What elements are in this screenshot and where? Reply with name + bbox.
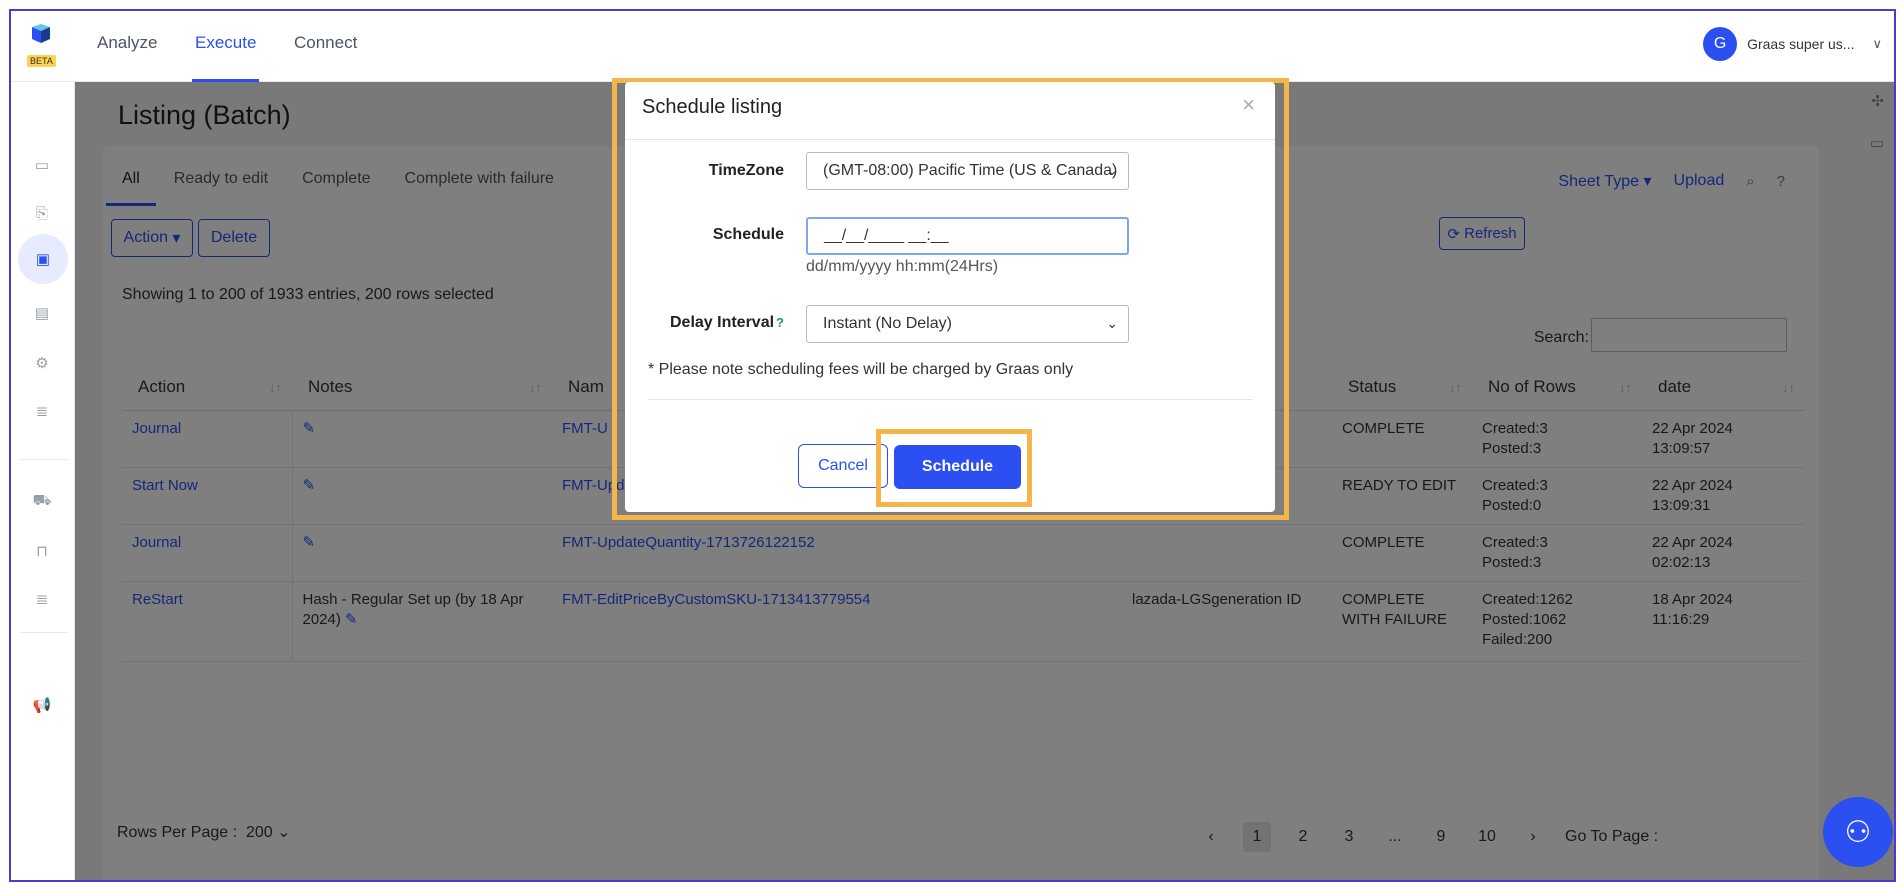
user-menu[interactable]: G Graas super us... ∨ [1703,27,1882,61]
left-sidebar: ▭ ⎘ ▣ ▤ ⚙ ≣ ⛟ ⊓ ≣ 📢 [11,82,75,880]
modal-divider [648,399,1253,400]
timezone-label: TimeZone [708,162,784,179]
cart-icon[interactable]: ⛟ [25,484,59,518]
fee-note: * Please note scheduling fees will be ch… [648,361,1074,378]
nav-connect[interactable]: Connect [294,33,357,53]
list-doc-icon[interactable]: ≣ [25,582,59,616]
chevron-down-icon: ⌄ [1106,315,1118,331]
top-navbar: BETA Analyze Execute Connect G Graas sup… [11,11,1894,82]
timezone-select[interactable]: (GMT-08:00) Pacific Time (US & Canada) ⌄ [806,152,1129,190]
username: Graas super us... [1747,36,1855,52]
delay-interval-label: Delay Interval? [645,314,784,332]
clipboard-check-icon[interactable]: ⎘ [25,196,59,230]
schedule-label: Schedule [712,226,784,243]
schedule-input[interactable]: __/__/____ __:__ [806,217,1129,255]
graas-logo[interactable]: BETA [25,23,57,69]
schedule-format-hint: dd/mm/yyyy hh:mm(24Hrs) [806,258,999,275]
listing-doc-icon[interactable]: ▣ [18,234,68,284]
cancel-button[interactable]: Cancel [798,444,888,488]
delay-interval-select[interactable]: Instant (No Delay) ⌄ [806,305,1129,343]
schedule-button-highlight [876,429,1032,507]
chevron-down-icon: ⌄ [1106,162,1118,178]
modal-divider [625,139,1275,140]
modal-title: Schedule listing [642,96,783,118]
sidebar-divider [21,632,67,633]
schedule-mask: __/__/____ __:__ [824,227,949,244]
megaphone-icon[interactable]: 📢 [25,688,59,722]
help-icon[interactable]: ? [776,315,784,330]
close-icon[interactable]: × [1242,92,1255,118]
sidebar-divider [21,459,67,460]
timezone-value: (GMT-08:00) Pacific Time (US & Canada) [823,162,1118,179]
bag-icon[interactable]: ⊓ [25,534,59,568]
nav-execute[interactable]: Execute [191,33,260,82]
beta-badge: BETA [27,55,56,67]
delay-interval-text: Delay Interval [669,314,775,331]
avatar: G [1703,27,1738,61]
settings-cog-icon[interactable]: ⚙ [25,346,59,380]
chevron-down-icon: ∨ [1872,36,1882,51]
archive-icon[interactable]: ▭ [25,148,59,182]
logo-cube-icon [32,24,50,43]
support-fab-icon[interactable]: ⚇ [1823,797,1893,867]
nav-analyze[interactable]: Analyze [97,33,157,53]
id-card-icon[interactable]: ▤ [25,296,59,330]
document-icon[interactable]: ≣ [25,394,59,428]
delay-interval-value: Instant (No Delay) [823,315,952,332]
